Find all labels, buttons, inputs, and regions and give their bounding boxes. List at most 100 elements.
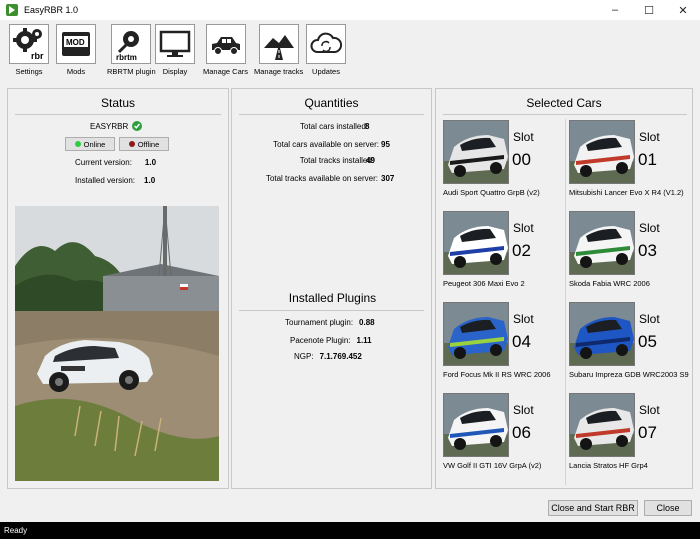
online-dot-icon [74,141,81,147]
car-thumbnail [443,302,509,366]
close-window-button[interactable]: ✕ [666,0,700,20]
status-bar: Ready [0,522,700,539]
offline-label: Offline [137,139,160,149]
manage-tracks-label: Manage tracks [254,67,304,76]
car-slot-label: Slot [639,403,660,417]
quantity-row: Total tracks installed: [300,156,374,165]
gears-rbr-icon: rbr [9,24,49,64]
car-thumbnail [569,211,635,275]
installed-version-value: 1.0 [144,176,156,185]
car-slot-number: 02 [512,241,531,260]
quantity-row: Total cars available on server: [273,140,379,149]
mods-button[interactable]: MOD Mods [56,24,96,76]
car-slot[interactable]: Slot 00 Audi Sport Quattro GrpB (v2) [443,120,563,208]
car-slot-number: 06 [512,423,531,442]
car-slot-label: Slot [513,312,534,326]
quantity-row: Total cars installed: [300,122,368,131]
car-name: Ford Focus Mk II RS WRC 2006 [443,370,551,379]
installed-version-row: Installed version: 1.0 [75,176,155,185]
app-name-row: EASYRBR [90,121,143,131]
status-bar-text: Ready [4,526,28,535]
maximize-button[interactable]: ☐ [632,0,666,20]
app-name: EASYRBR [90,121,129,131]
minimize-button[interactable]: – [598,0,632,20]
manage-cars-button[interactable]: Manage Cars [203,24,248,76]
car-thumbnail [443,211,509,275]
car-name: Lancia Stratos HF Grp4 [569,461,648,470]
current-version-label: Current version: [75,158,132,167]
check-icon [132,121,143,131]
plugins-title: Installed Plugins [288,291,377,305]
car-slot-label: Slot [513,221,534,235]
car-name: Peugeot 306 Maxi Evo 2 [443,279,525,288]
settings-button[interactable]: rbr Settings [9,24,49,76]
car-name: VW Golf II GTI 16V GrpA (v2) [443,461,542,470]
car-thumbnail [569,302,635,366]
quantity-value: 95 [381,140,390,149]
rally-photo [15,206,219,481]
installed-version-label: Installed version: [75,176,136,185]
car-slot[interactable]: Slot 05 Subaru Impreza GDB WRC2003 S9 [569,302,689,390]
monitor-icon [155,24,195,64]
car-thumbnail [569,120,635,184]
car-slot-label: Slot [513,403,534,417]
updates-button[interactable]: Updates [306,24,346,76]
car-slot-number: 05 [638,332,657,351]
road-icon [258,24,299,64]
window-title: EasyRBR 1.0 [24,5,79,15]
close-and-start-rbr-button[interactable]: Close and Start RBR [548,500,638,516]
car-icon [205,24,246,64]
car-thumbnail [443,393,509,457]
current-version-value: 1.0 [144,158,157,167]
car-slot-label: Slot [639,130,660,144]
quantity-label: Total cars available on server: [273,140,379,149]
car-slot[interactable]: Slot 03 Skoda Fabia WRC 2006 [569,211,689,299]
car-slot[interactable]: Slot 07 Lancia Stratos HF Grp4 [569,393,689,481]
updates-label: Updates [312,67,340,76]
svg-text:MOD: MOD [66,38,85,47]
car-slot[interactable]: Slot 06 VW Golf II GTI 16V GrpA (v2) [443,393,563,481]
plugin-label: NGP: [294,352,314,361]
mods-label: Mods [66,67,86,76]
car-slot[interactable]: Slot 01 Mitsubishi Lancer Evo X R4 (V1.2) [569,120,689,208]
online-label: Online [83,139,106,149]
settings-label: Settings [15,67,43,76]
online-option[interactable]: Online [65,137,115,151]
offline-dot-icon [128,141,135,147]
plugin-value: 1.11 [356,336,372,345]
display-label: Display [162,67,188,76]
car-name: Mitsubishi Lancer Evo X R4 (V1.2) [569,188,684,197]
quantity-value: 8 [365,122,370,131]
offline-option[interactable]: Offline [119,137,169,151]
plugin-row: Tournament plugin: 0.88 [285,318,375,327]
car-slot[interactable]: Slot 02 Peugeot 306 Maxi Evo 2 [443,211,563,299]
plugin-value: 0.88 [359,318,375,327]
status-panel: Status EASYRBR Online Offline Current ve… [7,88,229,489]
svg-text:rbrtm: rbrtm [116,53,137,62]
svg-text:rbr: rbr [31,51,44,61]
plugin-row: NGP: 7.1.769.452 [294,352,362,361]
app-logo-icon [6,4,18,16]
plugin-row: Pacenote Plugin: 1.11 [290,336,372,345]
display-button[interactable]: Display [155,24,195,76]
car-slot-number: 07 [638,423,657,442]
toolbar: rbr Settings MOD Mods rbrtm RBRTM plugin [0,20,700,80]
rbrtm-plugin-button[interactable]: rbrtm RBRTM plugin [107,24,156,76]
car-slot-label: Slot [639,221,660,235]
close-button[interactable]: Close [644,500,692,516]
car-slot[interactable]: Slot 04 Ford Focus Mk II RS WRC 2006 [443,302,563,390]
quantities-title: Quantities [304,96,359,110]
car-slot-number: 00 [512,150,531,169]
manage-tracks-button[interactable]: Manage tracks [254,24,303,76]
selected-cars-panel: Selected Cars Slot 00 Audi Sport Quattro G… [435,88,693,489]
quantities-panel: Quantities Total cars installed: 8 Total… [231,88,432,489]
car-slot-number: 03 [638,241,657,260]
manage-cars-label: Manage Cars [203,67,249,76]
plugin-label: Pacenote Plugin: [290,336,351,345]
car-thumbnail [443,120,509,184]
car-slot-number: 01 [638,150,657,169]
plugin-label: Tournament plugin: [285,318,354,327]
plugin-value: 7.1.769.452 [319,352,362,361]
status-title: Status [100,96,136,110]
car-name: Skoda Fabia WRC 2006 [569,279,650,288]
